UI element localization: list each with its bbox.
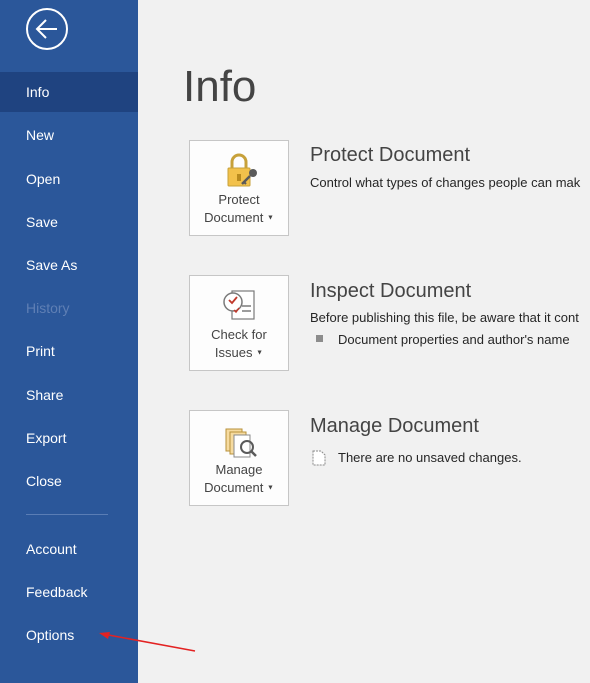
nav-new[interactable]: New (0, 115, 138, 155)
nav-divider (26, 514, 108, 515)
inspect-document-heading: Inspect Document (310, 280, 472, 302)
protect-document-button[interactable]: Protect Document ▼ (189, 140, 289, 236)
tile-label-line2: Document (204, 210, 264, 225)
dropdown-caret-icon: ▼ (266, 484, 274, 492)
manage-document-icon (225, 428, 257, 458)
nav-export[interactable]: Export (0, 418, 138, 458)
bullet-square-icon (316, 335, 323, 342)
protect-document-heading: Protect Document (310, 144, 471, 166)
document-icon (312, 450, 326, 466)
backstage-sidebar: Info New Open Save Save As History Print… (0, 0, 138, 683)
nav-save-as[interactable]: Save As (0, 245, 138, 285)
tile-label-line1: Check for (211, 327, 267, 342)
protect-document-description: Control what types of changes people can… (310, 175, 581, 190)
dropdown-caret-icon: ▼ (256, 349, 264, 357)
unsaved-changes-status: There are no unsaved changes. (338, 450, 522, 465)
back-button[interactable] (26, 8, 68, 50)
nav-share[interactable]: Share (0, 375, 138, 415)
inspect-document-description: Before publishing this file, be aware th… (310, 310, 579, 325)
nav-print[interactable]: Print (0, 331, 138, 371)
lock-key-icon (227, 153, 257, 187)
tile-label-line2: Issues (214, 345, 253, 360)
tile-label-line1: Protect (218, 192, 260, 207)
check-for-issues-button[interactable]: Check for Issues ▼ (189, 275, 289, 371)
dropdown-caret-icon: ▼ (266, 214, 274, 222)
bullet-text: Document properties and author's name (338, 332, 570, 347)
tile-label-line1: Manage (215, 462, 263, 477)
nav-feedback[interactable]: Feedback (0, 572, 138, 612)
info-pane: Info Protect Document ▼ Protect Document… (138, 0, 590, 683)
nav-close[interactable]: Close (0, 461, 138, 501)
manage-document-button[interactable]: Manage Document ▼ (189, 410, 289, 506)
nav-info[interactable]: Info (0, 72, 138, 112)
tile-label-line2: Document (204, 480, 264, 495)
checklist-icon (223, 290, 255, 320)
nav-open[interactable]: Open (0, 159, 138, 199)
nav-account[interactable]: Account (0, 529, 138, 569)
page-title: Info (183, 62, 257, 111)
annotation-arrow-icon (99, 632, 196, 652)
manage-document-heading: Manage Document (310, 415, 479, 437)
nav-history: History (26, 300, 70, 316)
back-arrow-icon (35, 19, 57, 39)
nav-save[interactable]: Save (0, 202, 138, 242)
